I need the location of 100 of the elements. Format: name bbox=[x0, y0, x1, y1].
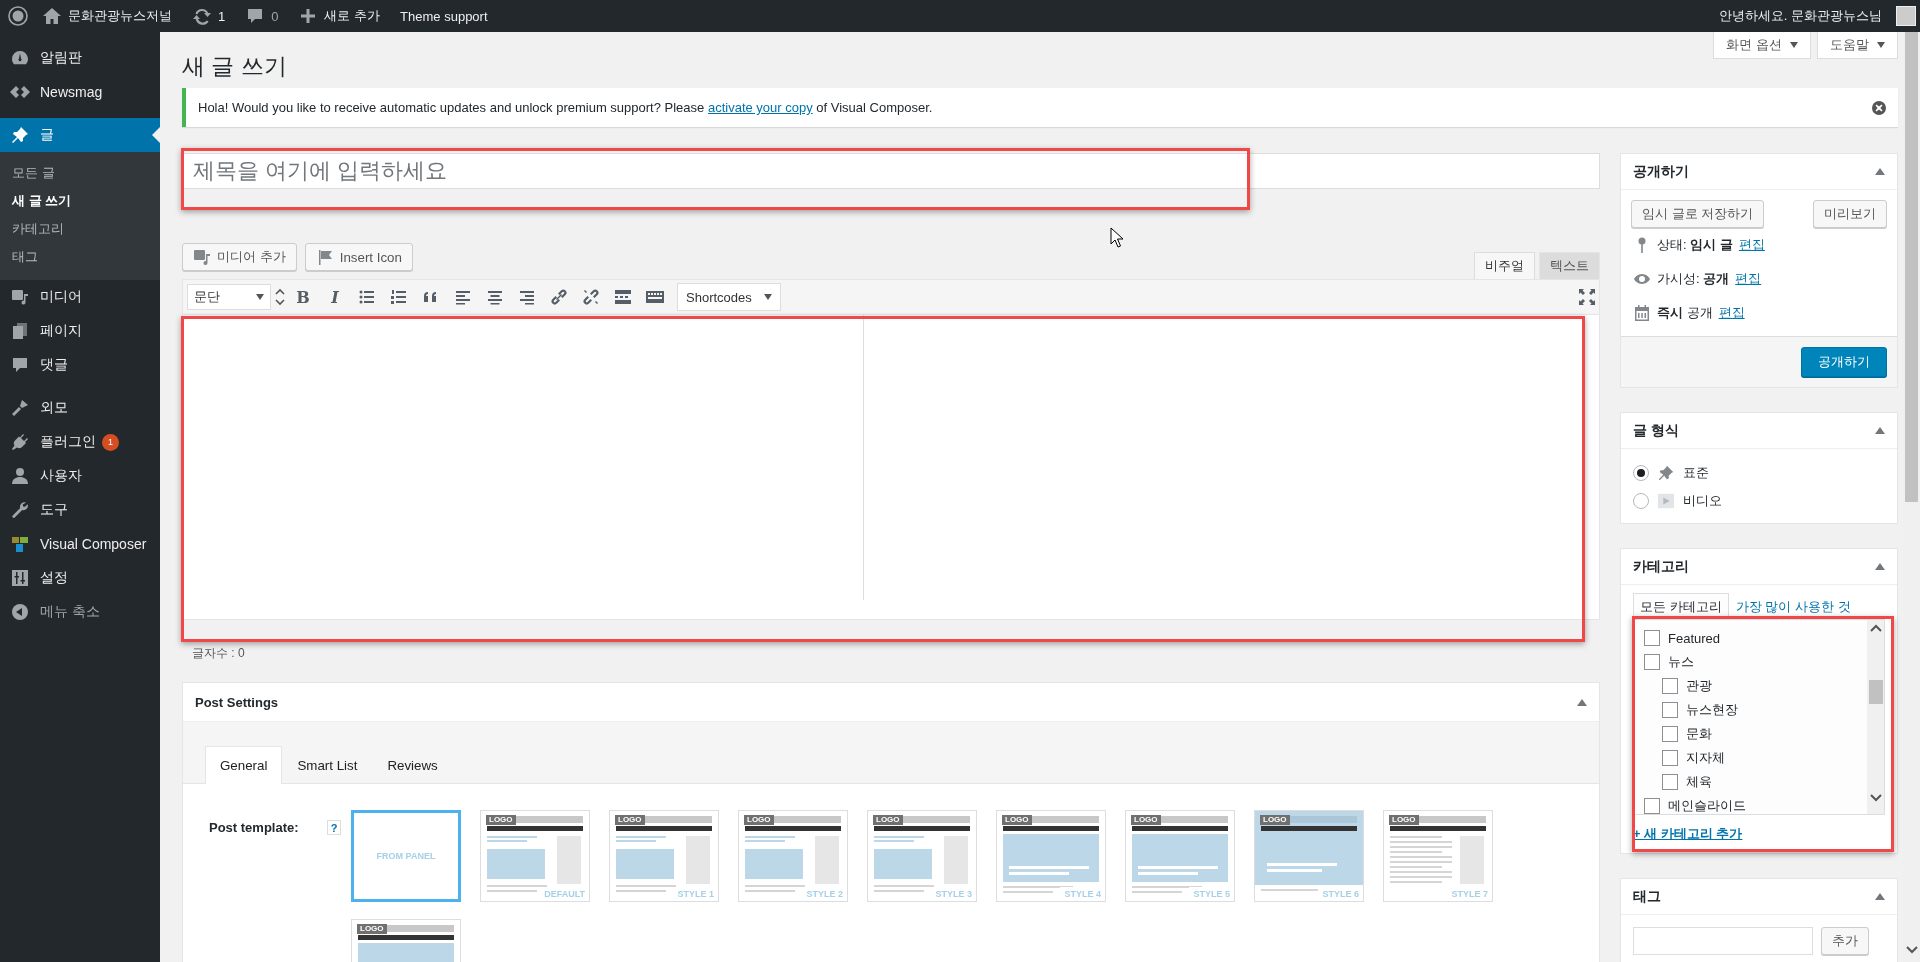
add-tag-button[interactable]: 추가 bbox=[1821, 927, 1869, 955]
settings-tab[interactable]: Reviews bbox=[372, 746, 453, 784]
menu-item[interactable]: 미디어 bbox=[0, 280, 160, 314]
template-option[interactable]: LOGO STYLE 6 bbox=[1254, 810, 1364, 902]
checkbox[interactable] bbox=[1662, 774, 1678, 790]
menu-item[interactable]: 설정 bbox=[0, 561, 160, 595]
checkbox[interactable] bbox=[1644, 630, 1660, 646]
caret-down-icon bbox=[763, 294, 772, 300]
category-tab[interactable]: 모든 카테고리 bbox=[1633, 593, 1729, 619]
menu-item[interactable]: Visual Composer bbox=[0, 527, 160, 561]
toolbar-button[interactable]: Insert Icon bbox=[304, 243, 413, 271]
scrollbar-thumb[interactable] bbox=[1868, 680, 1883, 704]
logo-text: LOGO bbox=[1002, 815, 1032, 825]
category-label: 지자체 bbox=[1686, 749, 1725, 767]
settings-tab[interactable]: Smart List bbox=[282, 746, 373, 784]
editor-mode-tab[interactable]: 비주얼 bbox=[1474, 252, 1535, 279]
status-text: 가시성: 공개 bbox=[1657, 270, 1730, 288]
menu-item[interactable]: 외모 bbox=[0, 391, 160, 425]
box-title: 글 형식 bbox=[1633, 421, 1679, 440]
category-tab[interactable]: 가장 많이 사용한 것 bbox=[1728, 593, 1858, 619]
template-option[interactable]: LOGO STYLE 7 bbox=[1383, 810, 1493, 902]
checkbox[interactable] bbox=[1662, 750, 1678, 766]
collapse-toggle-icon[interactable] bbox=[1875, 893, 1885, 900]
home-icon bbox=[42, 6, 62, 26]
toolbar-button[interactable]: 미디어 추가 bbox=[182, 243, 297, 271]
settings-tab[interactable]: General bbox=[205, 746, 283, 784]
menu-item[interactable]: 글 bbox=[0, 118, 160, 152]
edit-link[interactable]: 편집 bbox=[1718, 304, 1745, 322]
template-option[interactable]: LOGO STYLE 5 bbox=[1125, 810, 1235, 902]
format-dropdown[interactable]: 문단 bbox=[187, 284, 271, 310]
preview-button[interactable]: 미리보기 bbox=[1813, 200, 1887, 228]
template-label: FROM PANEL bbox=[375, 850, 437, 863]
account-greeting-link[interactable]: 안녕하세요. 문화관광뉴스님 bbox=[1712, 0, 1888, 32]
pushpin-icon bbox=[1657, 464, 1675, 482]
checkbox[interactable] bbox=[1644, 798, 1660, 814]
activate-link[interactable]: activate your copy bbox=[707, 100, 813, 115]
save-draft-button[interactable]: 임시 글로 저장하기 bbox=[1631, 200, 1765, 228]
menu-item[interactable]: 도구 bbox=[0, 493, 160, 527]
menu-item[interactable]: 플러그인 1 bbox=[0, 425, 160, 459]
menu-item[interactable]: 메뉴 축소 bbox=[0, 595, 160, 629]
template-option[interactable]: LOGO bbox=[351, 919, 461, 962]
scrollbar-thumb[interactable] bbox=[1905, 32, 1918, 502]
fullscreen-icon[interactable] bbox=[1579, 289, 1595, 305]
help-badge[interactable]: ? bbox=[327, 820, 341, 835]
spinner-arrows-icon[interactable] bbox=[275, 287, 285, 307]
template-option[interactable]: LOGO STYLE 1 bbox=[609, 810, 719, 902]
checkbox[interactable] bbox=[1644, 654, 1660, 670]
updates-link[interactable]: 1 bbox=[186, 0, 232, 32]
theme-support-link[interactable]: Theme support bbox=[394, 0, 494, 32]
shortcodes-dropdown[interactable]: Shortcodes bbox=[677, 283, 781, 311]
dismiss-icon[interactable] bbox=[1872, 100, 1886, 115]
screen-option-tab[interactable]: 화면 옵션 bbox=[1713, 32, 1811, 59]
category-label: 문화 bbox=[1686, 725, 1712, 743]
logo-text: LOGO bbox=[1131, 815, 1161, 825]
bold-button[interactable]: B bbox=[289, 283, 317, 311]
edit-link[interactable]: 편집 bbox=[1738, 236, 1765, 254]
category-label: 뉴스 bbox=[1668, 653, 1694, 671]
logo-icon[interactable] bbox=[8, 6, 28, 26]
title-field[interactable]: 제목을 여기에 입력하세요 bbox=[182, 153, 1600, 189]
caret-down-icon bbox=[1877, 42, 1885, 48]
collapse-toggle-icon[interactable] bbox=[1875, 168, 1885, 175]
menu-item[interactable]: 페이지 bbox=[0, 314, 160, 348]
site-name-link[interactable]: 문화관광뉴스저널 bbox=[36, 0, 178, 32]
comments-link[interactable]: 0 bbox=[239, 0, 285, 32]
checkbox[interactable] bbox=[1662, 726, 1678, 742]
template-option[interactable]: LOGO STYLE 4 bbox=[996, 810, 1106, 902]
update-count-badge: 1 bbox=[102, 433, 119, 451]
logo-text: LOGO bbox=[873, 815, 903, 825]
tag-input-field[interactable] bbox=[1633, 927, 1813, 955]
submenu-item[interactable]: 모든 글 bbox=[0, 159, 160, 187]
submenu-item[interactable]: 카테고리 bbox=[0, 215, 160, 243]
collapse-toggle-icon[interactable] bbox=[1875, 427, 1885, 434]
screen-option-tab[interactable]: 도움말 bbox=[1817, 32, 1898, 59]
submenu-item[interactable]: 새 글 쓰기 bbox=[0, 187, 160, 215]
logo-text: LOGO bbox=[744, 815, 774, 825]
new-content-link[interactable]: 새로 추가 bbox=[292, 0, 387, 32]
menu-item[interactable]: Newsmag bbox=[0, 75, 160, 109]
menu-item[interactable]: 댓글 bbox=[0, 348, 160, 382]
template-option[interactable]: LOGO DEFAULT bbox=[480, 810, 590, 902]
collapse-toggle-icon[interactable] bbox=[1577, 698, 1587, 706]
submenu-item[interactable]: 태그 bbox=[0, 243, 160, 271]
menu-item[interactable]: 사용자 bbox=[0, 459, 160, 493]
media-icon bbox=[10, 287, 30, 307]
template-option[interactable]: LOGO STYLE 2 bbox=[738, 810, 848, 902]
logo-text: LOGO bbox=[357, 924, 387, 934]
wrench-icon bbox=[10, 500, 30, 520]
template-option[interactable]: LOGO STYLE 3 bbox=[867, 810, 977, 902]
collapse-toggle-icon[interactable] bbox=[1875, 563, 1885, 570]
link-icon bbox=[549, 287, 569, 307]
edit-link[interactable]: 편집 bbox=[1735, 270, 1762, 288]
checkbox[interactable] bbox=[1662, 702, 1678, 718]
menu-item[interactable]: 알림판 bbox=[0, 41, 160, 75]
publish-button[interactable]: 공개하기 bbox=[1801, 347, 1887, 377]
speech-bubble-icon bbox=[10, 355, 30, 375]
italic-button[interactable]: I bbox=[321, 283, 349, 311]
cubes-icon bbox=[10, 534, 30, 554]
checkbox[interactable] bbox=[1662, 678, 1678, 694]
video-icon bbox=[1657, 492, 1675, 510]
editor-mode-tab[interactable]: 텍스트 bbox=[1539, 252, 1600, 279]
category-label: 뉴스현장 bbox=[1686, 701, 1738, 719]
